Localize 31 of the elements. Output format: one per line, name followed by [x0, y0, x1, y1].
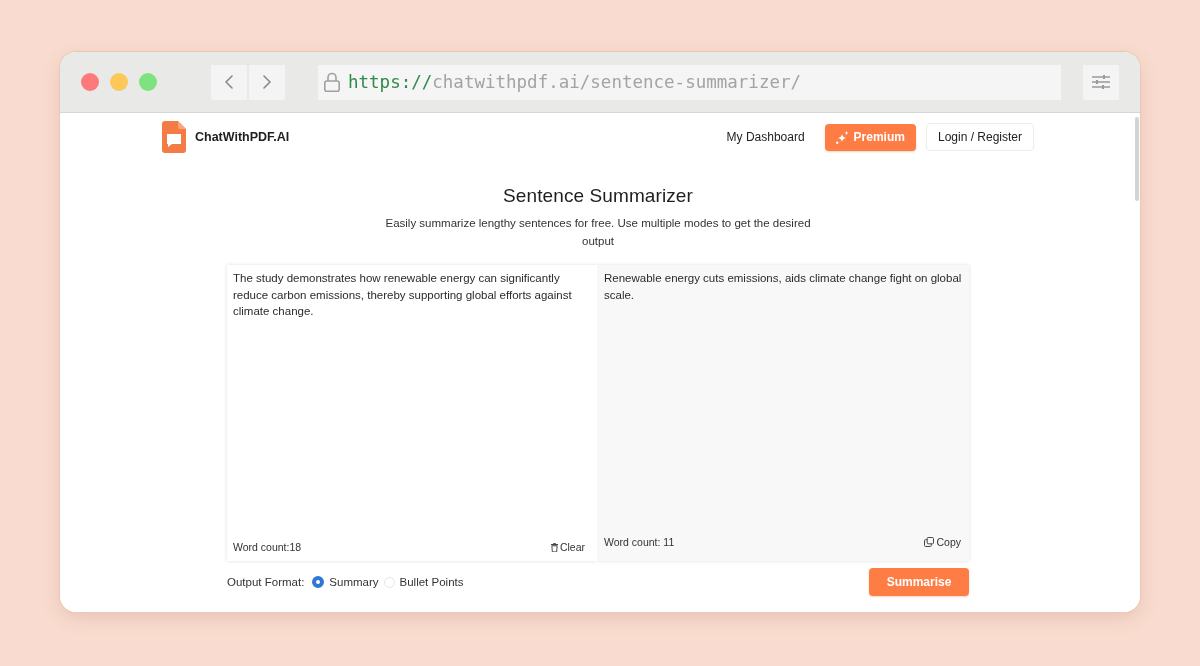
url-text[interactable]: https://chatwithpdf.ai/sentence-summarizer/	[348, 72, 802, 92]
dashboard-link[interactable]: My Dashboard	[726, 130, 805, 144]
minimize-window-icon[interactable]	[110, 73, 128, 91]
page-subtitle: Easily summarize lengthy sentences for free. Use multiple modes to get the desired output	[384, 216, 812, 249]
clear-button[interactable]: Clear	[550, 541, 585, 553]
settings-button[interactable]	[1083, 64, 1119, 100]
chevron-right-icon	[263, 75, 271, 89]
page-title: Sentence Summarizer	[502, 185, 694, 207]
radio-label[interactable]: Bullet Points	[399, 576, 464, 588]
login-button[interactable]: Login / Register	[925, 123, 1034, 151]
chevron-left-icon	[225, 75, 233, 89]
word-count: Word count: 11	[604, 536, 675, 548]
copy-icon	[924, 537, 935, 547]
back-button[interactable]	[211, 64, 247, 100]
summary-text: Renewable energy cuts emissions, aids climate change fight on global scale.	[603, 271, 963, 303]
brand-name[interactable]: ChatWithPDF.AI	[195, 130, 290, 144]
copy-button[interactable]: Copy	[924, 536, 961, 548]
logo-icon[interactable]	[162, 121, 186, 153]
close-window-icon[interactable]	[81, 73, 99, 91]
output-format-label: Output Format:	[227, 576, 305, 588]
forward-button[interactable]	[249, 64, 285, 100]
radio-label[interactable]: Summary	[329, 576, 379, 588]
trash-icon	[550, 542, 558, 552]
address-bar[interactable]: https://chatwithpdf.ai/sentence-summarizer/	[318, 64, 1061, 100]
sliders-icon	[1092, 75, 1110, 89]
radio-button[interactable]	[312, 576, 325, 588]
scrollbar-thumb[interactable]	[1135, 117, 1139, 201]
sparkle-icon	[835, 130, 848, 144]
maximize-window-icon[interactable]	[139, 73, 157, 91]
word-count: Word count:18	[233, 541, 302, 553]
lock-icon	[324, 72, 340, 92]
